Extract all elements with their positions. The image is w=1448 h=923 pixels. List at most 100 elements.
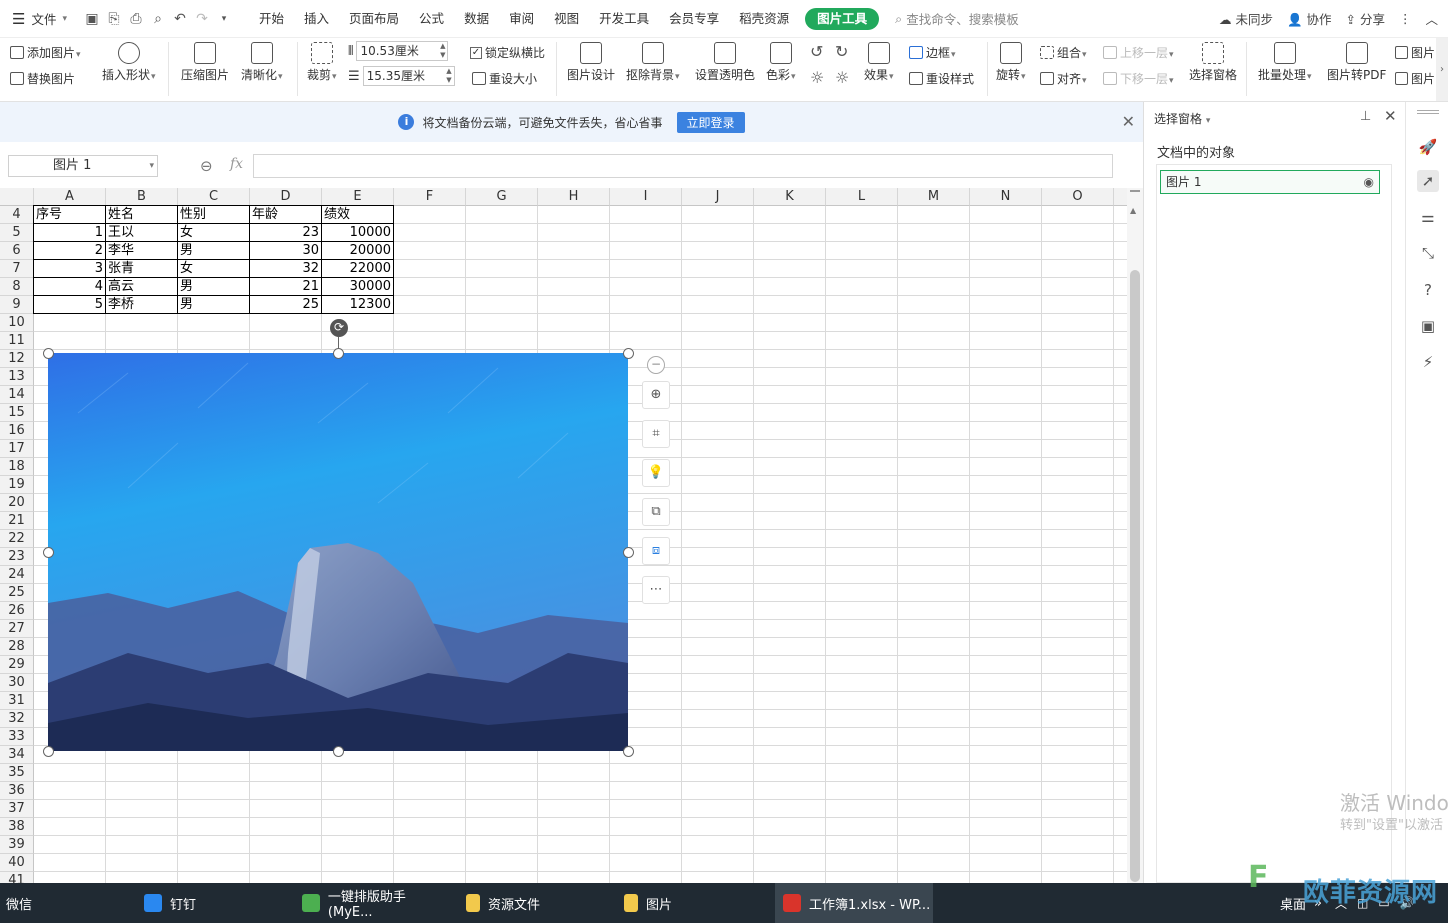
row-header-30[interactable]: 30 (0, 674, 34, 692)
replace-picture-button[interactable]: 替换图片 (10, 70, 75, 87)
row-header-24[interactable]: 24 (0, 566, 34, 584)
zoom-icon[interactable]: ⊖ (200, 157, 213, 175)
resize-handle-top[interactable] (333, 348, 344, 359)
table-header-cell[interactable]: 姓名 (106, 206, 177, 224)
cursor-select-icon[interactable]: ➚ (1417, 170, 1439, 192)
picture-more-button-1[interactable]: 图片 (1395, 44, 1435, 61)
row-header-10[interactable]: 10 (0, 314, 34, 332)
tab-docer[interactable]: 稻壳资源 (729, 0, 799, 38)
column-header-n[interactable]: N (970, 188, 1042, 206)
table-header-cell[interactable]: 年龄 (250, 206, 321, 224)
lock-ratio-checkbox[interactable]: ✓ 锁定纵横比 (470, 44, 545, 61)
table-cell[interactable]: 10000 (322, 224, 393, 242)
collapse-ribbon-icon[interactable]: ︿ (1425, 9, 1438, 28)
object-item-picture[interactable]: 图片 1 ◉ (1160, 170, 1380, 194)
print-icon[interactable]: ⎙ (125, 8, 147, 30)
align-button[interactable]: 对齐 (1040, 70, 1087, 87)
formula-input[interactable] (253, 154, 1113, 178)
command-search[interactable]: ⌕ 查找命令、搜索模板 (895, 9, 1019, 28)
brightness-down-icon[interactable]: ☼ (835, 68, 849, 87)
table-cell[interactable]: 王以 (106, 224, 177, 242)
resize-handle-right[interactable] (623, 547, 634, 558)
resize-handle-bottom-left[interactable] (43, 746, 54, 757)
tab-picture-tools[interactable]: 图片工具 (805, 7, 880, 30)
lightning-icon[interactable]: ⚡ (1417, 351, 1439, 373)
resize-handle-bottom[interactable] (333, 746, 344, 757)
inserted-picture[interactable] (48, 353, 628, 751)
taskbar-item-dingtalk[interactable]: 钉钉 (140, 883, 288, 923)
row-header-16[interactable]: 16 (0, 422, 34, 440)
table-cell[interactable]: 32 (250, 260, 321, 278)
table-cell[interactable]: 20000 (322, 242, 393, 260)
row-header-23[interactable]: 23 (0, 548, 34, 566)
file-menu[interactable]: ☰ 文件 ▾ (0, 9, 81, 28)
sharpen-button[interactable]: 清晰化 (241, 42, 283, 83)
table-cell[interactable]: 2 (34, 242, 105, 260)
table-cell[interactable]: 李桥 (106, 296, 177, 314)
color-button[interactable]: 色彩 (766, 42, 796, 83)
row-header-14[interactable]: 14 (0, 386, 34, 404)
collapse-toolbar-icon[interactable]: − (647, 356, 665, 374)
row-header-32[interactable]: 32 (0, 710, 34, 728)
table-cell[interactable]: 张青 (106, 260, 177, 278)
collab-button[interactable]: 👤 协作 (1287, 9, 1332, 28)
ribbon-scroll-right-icon[interactable]: › (1436, 38, 1448, 101)
picture-to-pdf-button[interactable]: 图片转PDF (1327, 42, 1386, 83)
export-pdf-icon[interactable]: ⎘ (103, 8, 125, 30)
column-header-d[interactable]: D (250, 188, 322, 206)
tab-page-layout[interactable]: 页面布局 (339, 0, 409, 38)
table-cell[interactable]: 3 (34, 260, 105, 278)
row-header-29[interactable]: 29 (0, 656, 34, 674)
table-cell[interactable]: 30 (250, 242, 321, 260)
reset-size-button[interactable]: 重设大小 (472, 70, 537, 87)
more-icon[interactable]: ⋮ (1399, 11, 1412, 26)
quick-access-more-icon[interactable]: ▾ (213, 8, 235, 30)
row-header-28[interactable]: 28 (0, 638, 34, 656)
fx-icon[interactable]: fx (230, 156, 243, 172)
settings-sliders-icon[interactable]: ⚌ (1417, 206, 1439, 228)
row-header-22[interactable]: 22 (0, 530, 34, 548)
table-cell[interactable]: 5 (34, 296, 105, 314)
row-header-27[interactable]: 27 (0, 620, 34, 638)
bring-forward-button[interactable]: 上移一层 (1103, 44, 1174, 61)
tab-developer[interactable]: 开发工具 (589, 0, 659, 38)
column-header-c[interactable]: C (178, 188, 250, 206)
rotate-right-icon[interactable]: ↻ (835, 42, 848, 61)
tab-insert[interactable]: 插入 (294, 0, 339, 38)
table-cell[interactable]: 22000 (322, 260, 393, 278)
reset-style-button[interactable]: 重设样式 (909, 70, 974, 87)
row-header-35[interactable]: 35 (0, 764, 34, 782)
row-header-36[interactable]: 36 (0, 782, 34, 800)
rocket-icon[interactable]: 🚀 (1417, 136, 1439, 158)
table-cell[interactable]: 男 (178, 242, 249, 260)
resize-handle-top-right[interactable] (623, 348, 634, 359)
table-cell[interactable]: 男 (178, 278, 249, 296)
vertical-scrollbar[interactable]: ▲ (1127, 188, 1143, 883)
tab-view[interactable]: 视图 (544, 0, 589, 38)
scroll-split-icon[interactable] (1130, 190, 1140, 192)
row-header-40[interactable]: 40 (0, 854, 34, 872)
row-header-34[interactable]: 34 (0, 746, 34, 764)
table-header-cell[interactable]: 序号 (34, 206, 105, 224)
pin-icon[interactable]: ⊥ (1360, 109, 1371, 124)
brightness-up-icon[interactable]: ☼ (810, 68, 824, 87)
column-header-e[interactable]: E (322, 188, 394, 206)
tab-home[interactable]: 开始 (249, 0, 294, 38)
row-header-39[interactable]: 39 (0, 836, 34, 854)
picture-translate-icon[interactable]: ⧈ (642, 537, 670, 565)
selection-pane-button[interactable]: 选择窗格 (1189, 42, 1237, 83)
batch-process-button[interactable]: 批量处理 (1258, 42, 1312, 83)
add-picture-button[interactable]: 添加图片 (10, 44, 81, 61)
taskbar-item-pictures-folder[interactable]: 图片 (620, 883, 768, 923)
resize-handle-top-left[interactable] (43, 348, 54, 359)
rotate-button[interactable]: 旋转 (996, 42, 1026, 83)
save-icon[interactable]: ▣ (81, 8, 103, 30)
column-header-k[interactable]: K (754, 188, 826, 206)
table-cell[interactable]: 李华 (106, 242, 177, 260)
share-button[interactable]: ⇪ 分享 (1346, 9, 1385, 28)
column-header-g[interactable]: G (466, 188, 538, 206)
table-cell[interactable]: 女 (178, 260, 249, 278)
row-header-17[interactable]: 17 (0, 440, 34, 458)
row-header-7[interactable]: 7 (0, 260, 34, 278)
row-header-8[interactable]: 8 (0, 278, 34, 296)
